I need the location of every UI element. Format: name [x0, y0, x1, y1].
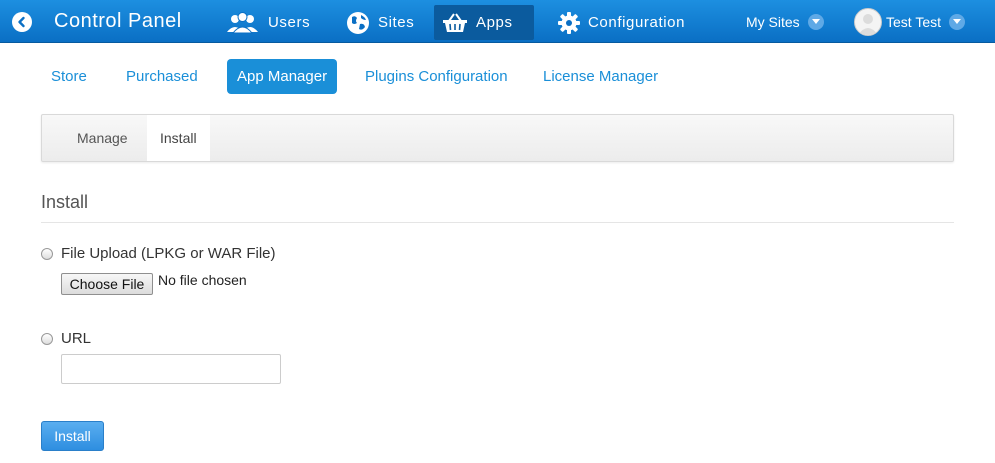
tab-strip: Manage Install [41, 114, 954, 162]
subnav-plugins-configuration[interactable]: Plugins Configuration [355, 59, 518, 94]
nav-users[interactable]: Users [218, 5, 324, 40]
control-panel-title[interactable]: Control Panel [54, 10, 182, 33]
back-icon[interactable] [12, 12, 32, 32]
file-upload-radio[interactable] [41, 248, 53, 260]
nav-configuration-label: Configuration [588, 14, 686, 31]
url-radio[interactable] [41, 333, 53, 345]
file-upload-label: File Upload (LPKG or WAR File) [61, 245, 276, 262]
install-button[interactable]: Install [41, 421, 104, 451]
file-status-text: No file chosen [158, 272, 247, 288]
globe-icon [346, 11, 370, 35]
user-menu[interactable]: Test Test [854, 8, 965, 36]
tab-manage[interactable]: Manage [64, 115, 141, 161]
url-label: URL [61, 330, 92, 347]
subnav-store[interactable]: Store [41, 59, 97, 94]
section-title: Install [41, 192, 89, 212]
tab-install[interactable]: Install [147, 115, 210, 161]
chevron-down-icon [807, 14, 824, 30]
nav-apps-label: Apps [476, 14, 513, 31]
basket-icon [442, 12, 468, 34]
nav-sites[interactable]: Sites [338, 5, 428, 40]
subnav-license-manager[interactable]: License Manager [533, 59, 668, 94]
user-name: Test Test [886, 14, 941, 30]
nav-apps[interactable]: Apps [434, 5, 534, 40]
subnav-purchased[interactable]: Purchased [116, 59, 208, 94]
nav-configuration[interactable]: Configuration [550, 5, 699, 40]
users-icon [226, 11, 260, 34]
nav-users-label: Users [268, 14, 311, 31]
avatar [854, 8, 882, 36]
subnav-app-manager[interactable]: App Manager [227, 59, 338, 94]
chevron-down-icon [949, 14, 965, 30]
divider [41, 222, 954, 223]
choose-file-button[interactable]: Choose File [61, 273, 153, 295]
my-sites-label: My Sites [746, 14, 800, 30]
top-bar: Control Panel Users Sites Apps Configura… [0, 0, 995, 43]
gear-icon [558, 11, 580, 34]
url-input[interactable] [61, 354, 281, 384]
my-sites-menu[interactable]: My Sites [746, 14, 824, 30]
nav-sites-label: Sites [378, 14, 415, 31]
